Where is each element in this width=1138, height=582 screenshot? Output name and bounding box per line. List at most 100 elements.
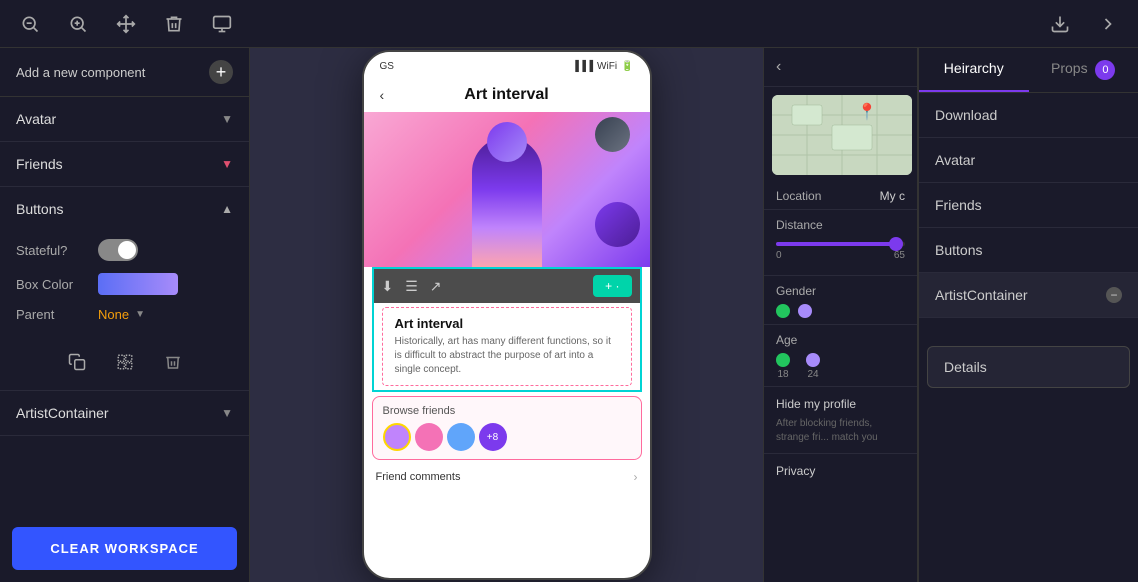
gender-dot-2 bbox=[798, 304, 812, 318]
component-item-artist-container[interactable]: ArtistContainer ▼ bbox=[0, 391, 249, 436]
gender-label: Gender bbox=[776, 284, 816, 298]
box-color-row: Box Color bbox=[16, 273, 233, 295]
toolbar-right bbox=[1046, 10, 1122, 38]
selection-icon[interactable] bbox=[109, 346, 141, 378]
component-item-avatar[interactable]: Avatar ▼ bbox=[0, 97, 249, 142]
add-component-header: Add a new component + bbox=[0, 48, 249, 97]
mobile-status-bar: GS ▐▐▐ WiFi 🔋 bbox=[364, 52, 650, 80]
location-row: Location My c bbox=[764, 183, 917, 210]
bg-orb-2 bbox=[595, 202, 640, 247]
map-container: 📍 bbox=[772, 95, 912, 175]
add-component-icon[interactable] bbox=[208, 10, 236, 38]
forward-icon[interactable] bbox=[1094, 10, 1122, 38]
component-item-friends[interactable]: Friends ▼ bbox=[0, 142, 249, 187]
action-toolbar-mobile: ⬇ ☰ ↗ + · bbox=[374, 269, 640, 303]
menu-action-icon[interactable]: ☰ bbox=[405, 278, 418, 295]
browse-friends-label: Browse friends bbox=[383, 405, 631, 417]
stateful-row: Stateful? bbox=[16, 239, 233, 261]
age-section: Age 18 24 bbox=[764, 325, 917, 387]
plus-share-button[interactable]: + · bbox=[593, 275, 631, 297]
user-avatar: 0 bbox=[1095, 60, 1115, 80]
chevron-right-icon: › bbox=[634, 470, 638, 484]
dropdown-arrow-icon: ▼ bbox=[135, 309, 145, 320]
move-icon[interactable] bbox=[112, 10, 140, 38]
friends-avatar-row: +8 bbox=[383, 423, 631, 451]
hero-head bbox=[487, 122, 527, 162]
right-panel: Heirarchy Props 0 Download Avatar Friend… bbox=[918, 48, 1138, 582]
slider-thumb[interactable] bbox=[889, 237, 903, 251]
main-layout: Add a new component + Avatar ▼ Friends ▼ bbox=[0, 48, 1138, 582]
privacy-section[interactable]: Privacy bbox=[764, 454, 917, 488]
component-header-artist-container: ArtistContainer ▼ bbox=[0, 391, 249, 435]
component-name-avatar: Avatar bbox=[16, 111, 56, 127]
toolbar-left bbox=[16, 10, 236, 38]
delete-component-icon[interactable] bbox=[157, 346, 189, 378]
hide-profile-desc: After blocking friends, strange fri... m… bbox=[776, 417, 905, 445]
toggle-thumb bbox=[118, 241, 136, 259]
friend-comments-label: Friend comments bbox=[376, 471, 461, 483]
tab-props[interactable]: Props 0 bbox=[1029, 48, 1138, 92]
add-component-button[interactable]: + bbox=[209, 60, 233, 84]
toolbar bbox=[0, 0, 1138, 48]
back-panel-button[interactable]: ‹ bbox=[764, 48, 917, 87]
avatar-2 bbox=[415, 423, 443, 451]
download-icon[interactable] bbox=[1046, 10, 1074, 38]
chevron-down-icon-friends: ▼ bbox=[221, 157, 233, 171]
zoom-out-icon[interactable] bbox=[16, 10, 44, 38]
delete-icon[interactable] bbox=[160, 10, 188, 38]
share-action-icon[interactable]: ↗ bbox=[430, 278, 442, 295]
back-icon: ‹ bbox=[776, 58, 781, 75]
parent-row: Parent None ▼ bbox=[16, 307, 233, 322]
bg-orb-1 bbox=[595, 117, 630, 152]
parent-dropdown[interactable]: None ▼ bbox=[98, 307, 145, 322]
component-header-friends: Friends ▼ bbox=[0, 142, 249, 186]
details-area: Details bbox=[919, 338, 1138, 582]
zoom-in-icon[interactable] bbox=[64, 10, 92, 38]
hierarchy-item-avatar[interactable]: Avatar bbox=[919, 138, 1138, 183]
status-carrier: GS bbox=[380, 61, 394, 72]
duplicate-icon[interactable] bbox=[61, 346, 93, 378]
canvas-area: GS ▐▐▐ WiFi 🔋 ‹ Art interval bbox=[250, 48, 763, 582]
stateful-toggle[interactable] bbox=[98, 239, 138, 261]
component-header-avatar: Avatar ▼ bbox=[0, 97, 249, 141]
age-24-label: 24 bbox=[807, 369, 818, 380]
hierarchy-item-artist-container[interactable]: ArtistContainer − bbox=[919, 273, 1138, 318]
age-dot-purple bbox=[806, 353, 820, 367]
age-18-label: 18 bbox=[777, 369, 788, 380]
hierarchy-label-download: Download bbox=[935, 107, 997, 123]
hide-profile-section: Hide my profile After blocking friends, … bbox=[764, 387, 917, 454]
slider-track bbox=[776, 242, 905, 246]
tab-hierarchy[interactable]: Heirarchy bbox=[919, 48, 1029, 92]
hide-profile-label: Hide my profile bbox=[776, 397, 856, 411]
comments-row[interactable]: Friend comments › bbox=[364, 464, 650, 490]
tab-props-label: Props bbox=[1051, 60, 1088, 76]
hierarchy-item-friends[interactable]: Friends bbox=[919, 183, 1138, 228]
clear-workspace-button[interactable]: CLEAR WORKSPACE bbox=[12, 527, 237, 570]
chevron-down-icon-avatar: ▼ bbox=[221, 112, 233, 126]
hierarchy-label-artist-container: ArtistContainer bbox=[935, 287, 1028, 303]
chevron-down-icon-artist: ▼ bbox=[221, 406, 233, 420]
gender-dot-1 bbox=[776, 304, 790, 318]
component-header-buttons[interactable]: Buttons ▲ bbox=[0, 187, 249, 231]
location-value: My c bbox=[880, 189, 905, 203]
map-svg: 📍 bbox=[772, 95, 912, 175]
svg-text:📍: 📍 bbox=[857, 102, 877, 121]
hierarchy-item-buttons[interactable]: Buttons bbox=[919, 228, 1138, 273]
card-description: Historically, art has many different fun… bbox=[395, 335, 619, 377]
hierarchy-item-download[interactable]: Download bbox=[919, 93, 1138, 138]
back-button[interactable]: ‹ bbox=[380, 87, 385, 103]
download-action-icon[interactable]: ⬇ bbox=[382, 278, 394, 295]
hierarchy-label-buttons: Buttons bbox=[935, 242, 982, 258]
component-name-friends: Friends bbox=[16, 156, 63, 172]
right-tabs: Heirarchy Props 0 bbox=[919, 48, 1138, 93]
privacy-label: Privacy bbox=[776, 464, 815, 478]
buttons-props: Stateful? Box Color Parent None ▼ bbox=[0, 231, 249, 338]
distance-slider[interactable]: 0 65 bbox=[776, 234, 905, 269]
box-color-label: Box Color bbox=[16, 277, 86, 292]
status-wifi-icon: WiFi bbox=[597, 61, 617, 72]
distance-max: 65 bbox=[894, 250, 905, 261]
collapse-icon[interactable]: − bbox=[1106, 287, 1122, 303]
box-color-swatch[interactable] bbox=[98, 273, 178, 295]
chevron-up-icon-buttons: ▲ bbox=[221, 202, 233, 216]
details-label[interactable]: Details bbox=[928, 347, 1129, 387]
